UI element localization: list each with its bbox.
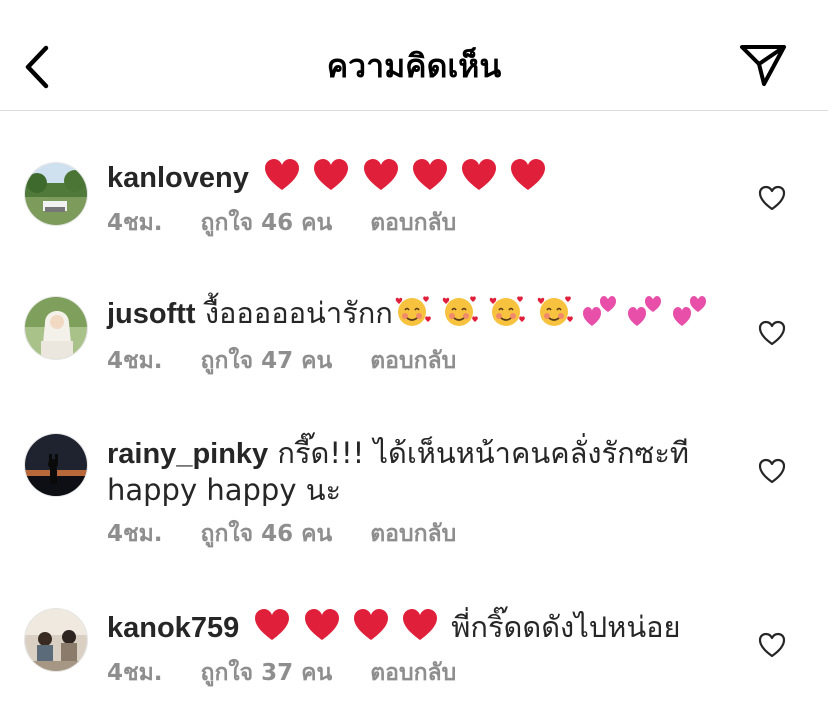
comment-username[interactable]: jusoftt	[107, 298, 196, 330]
heart-emoji-row	[264, 158, 550, 200]
two-hearts-emoji-icon	[582, 296, 616, 326]
comment-text: พี่กริ๊ดดดังไปหน่อย	[451, 610, 681, 644]
comment-time: 4ชม.	[107, 521, 163, 547]
red-heart-emoji-icon	[363, 159, 398, 190]
comment-body: kanok759 พี่กริ๊ดดดังไปหน่อย	[107, 608, 747, 650]
like-button[interactable]	[758, 632, 786, 658]
header-bar: ความคิดเห็น	[0, 0, 828, 111]
red-heart-emoji-icon	[255, 609, 290, 640]
heart-emoji-row	[254, 608, 442, 650]
reply-button[interactable]: ตอบกลับ	[370, 521, 456, 547]
red-heart-emoji-icon	[403, 609, 438, 640]
heart-outline-icon	[758, 320, 786, 346]
comment-meta: 4ชม. ถูกใจ 37 คน ตอบกลับ	[107, 658, 486, 688]
like-count[interactable]: ถูกใจ 46 คน	[201, 210, 333, 236]
smiling-face-with-hearts-emoji-icon	[395, 296, 431, 326]
red-heart-emoji-icon	[461, 159, 496, 190]
red-heart-emoji-icon	[304, 609, 339, 640]
red-heart-emoji-icon	[412, 159, 447, 190]
comment-time: 4ชม.	[107, 348, 163, 374]
comment-text: งื้อออออน่ารักก	[204, 296, 393, 330]
like-count[interactable]: ถูกใจ 37 คน	[201, 660, 333, 686]
avatar[interactable]	[24, 433, 88, 497]
red-heart-emoji-icon	[314, 159, 349, 190]
reply-button[interactable]: ตอบกลับ	[370, 348, 456, 374]
comment-text: กรี๊ด!!! ได้เห็นหน้าคนคลั่งรักซะที	[277, 436, 690, 470]
avatar[interactable]	[24, 608, 88, 672]
comment-time: 4ชม.	[107, 210, 163, 236]
two-hearts-emoji-icon	[673, 296, 707, 326]
comment-body: rainy_pinky กรี๊ด!!! ได้เห็นหน้าคนคลั่งร…	[107, 435, 747, 508]
smiling-face-with-hearts-emoji-icon	[442, 296, 478, 326]
comment-text-line2: happy happy นะ	[107, 473, 342, 507]
red-heart-emoji-icon	[353, 609, 388, 640]
comment-time: 4ชม.	[107, 660, 163, 686]
like-count[interactable]: ถูกใจ 46 คน	[201, 521, 333, 547]
comment-username[interactable]: rainy_pinky	[107, 438, 268, 470]
comment-username[interactable]: kanloveny	[107, 162, 249, 194]
share-button[interactable]	[738, 42, 788, 88]
page-title: ความคิดเห็น	[326, 47, 502, 85]
emoji-row	[393, 294, 708, 336]
heart-outline-icon	[758, 632, 786, 658]
like-button[interactable]	[758, 320, 786, 346]
two-hearts-emoji-icon	[627, 296, 661, 326]
reply-button[interactable]: ตอบกลับ	[370, 210, 456, 236]
heart-outline-icon	[758, 458, 786, 484]
smiling-face-with-hearts-emoji-icon	[490, 296, 526, 326]
avatar[interactable]	[24, 162, 88, 226]
comment-meta: 4ชม. ถูกใจ 46 คน ตอบกลับ	[107, 519, 486, 549]
red-heart-emoji-icon	[511, 159, 546, 190]
comment-meta: 4ชม. ถูกใจ 46 คน ตอบกลับ	[107, 208, 486, 238]
reply-button[interactable]: ตอบกลับ	[370, 660, 456, 686]
avatar[interactable]	[24, 296, 88, 360]
comment-meta: 4ชม. ถูกใจ 47 คน ตอบกลับ	[107, 346, 486, 376]
red-heart-emoji-icon	[265, 159, 300, 190]
like-count[interactable]: ถูกใจ 47 คน	[201, 348, 333, 374]
comment-body: jusoftt งื้อออออน่ารักก	[107, 294, 747, 336]
like-button[interactable]	[758, 185, 786, 211]
heart-outline-icon	[758, 185, 786, 211]
paper-plane-icon	[740, 45, 786, 86]
like-button[interactable]	[758, 458, 786, 484]
smiling-face-with-hearts-emoji-icon	[537, 296, 573, 326]
comment-body: kanloveny	[107, 158, 747, 200]
comment-username[interactable]: kanok759	[107, 612, 239, 644]
